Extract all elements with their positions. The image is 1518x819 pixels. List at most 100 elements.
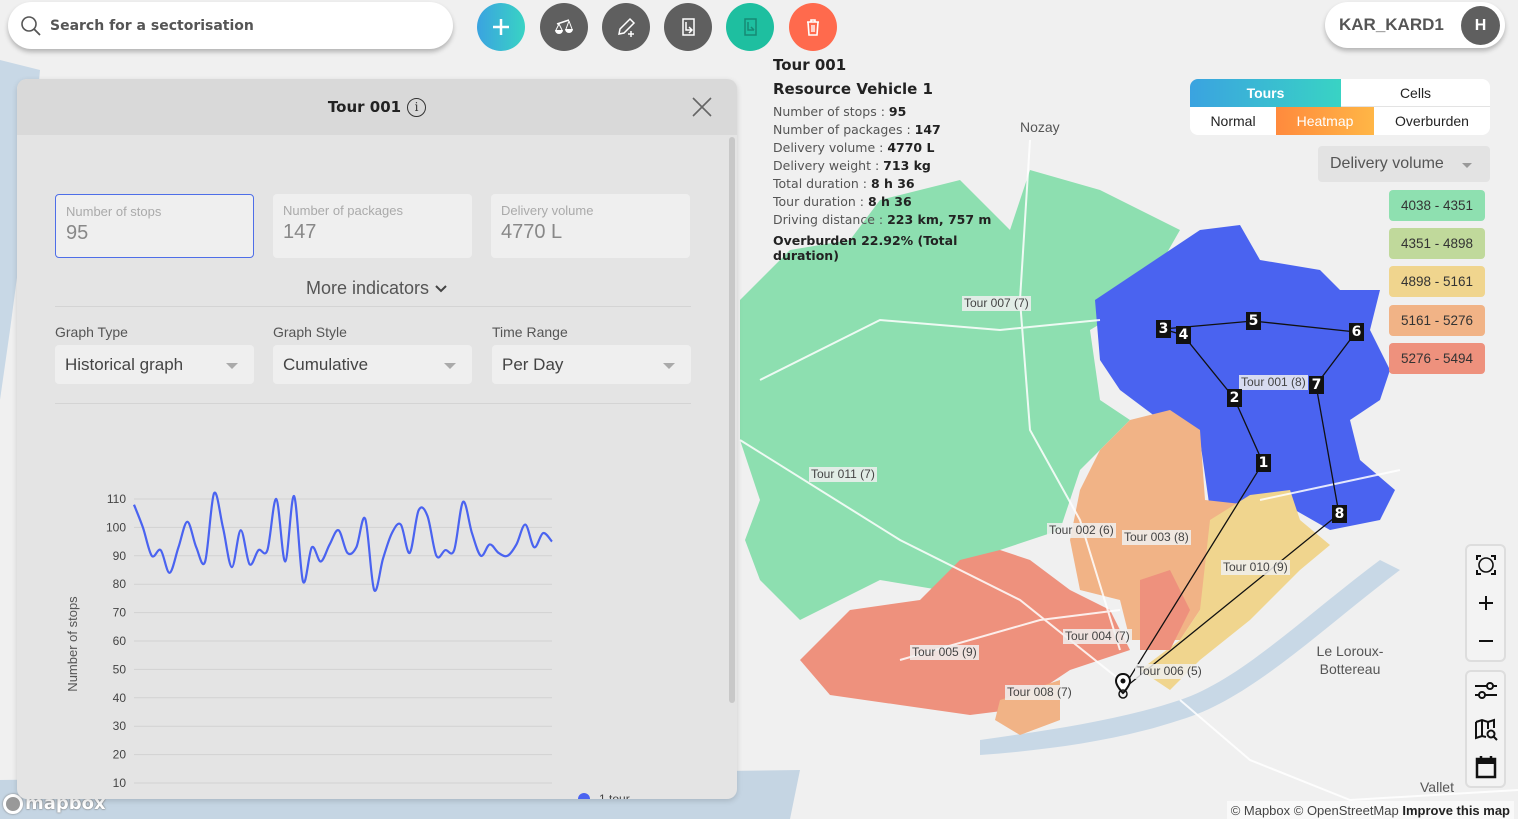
tour-label[interactable]: Tour 008 (7) <box>1005 685 1074 700</box>
close-icon[interactable] <box>691 96 713 118</box>
place-label: Le Loroux- Bottereau <box>1316 643 1384 677</box>
search-input[interactable] <box>50 17 430 34</box>
scales-icon <box>555 19 573 34</box>
sliders-icon <box>1474 682 1497 699</box>
tour-label[interactable]: Tour 005 (9) <box>910 645 979 660</box>
stops-history-chart: 10 20 30 40 50 60 70 80 90 100 110 Number of stops 1… <box>65 491 630 799</box>
fit-bounds-icon <box>1475 555 1496 575</box>
heatmap-metric-select[interactable]: Delivery volume <box>1318 146 1490 182</box>
stop-marker[interactable]: 3 <box>1156 320 1171 338</box>
add-button[interactable] <box>477 3 525 51</box>
stop-marker[interactable]: 6 <box>1349 323 1364 341</box>
y-axis-label: Number of stops <box>65 596 80 692</box>
filters-button[interactable] <box>1467 672 1504 710</box>
kpi-value: 95 <box>66 222 89 244</box>
balance-button[interactable] <box>540 3 588 51</box>
heat-legend-item: 5161 - 5276 <box>1389 305 1485 336</box>
time-range-label: Time Range <box>492 324 568 340</box>
search-bar[interactable] <box>8 2 453 49</box>
tour-info-resource: Resource Vehicle 1 <box>773 80 933 98</box>
export-button[interactable] <box>726 3 774 51</box>
map-search-icon <box>1474 718 1498 741</box>
stop-marker[interactable]: 1 <box>1256 454 1271 472</box>
delete-button[interactable] <box>789 3 837 51</box>
map-tools <box>1465 670 1506 788</box>
kpi-packages[interactable]: Number of packages 147 <box>273 194 472 258</box>
select-value: Cumulative <box>283 354 369 374</box>
tour-info-row: Driving distance : 223 km, 757 m <box>773 212 992 227</box>
y-tick-label: 90 <box>113 549 127 563</box>
legend-label[interactable]: 1 tour <box>599 792 630 799</box>
plus-icon <box>493 19 509 35</box>
kpi-value: 147 <box>283 221 317 243</box>
tour-label[interactable]: Tour 007 (7) <box>962 296 1031 311</box>
fit-bounds-button[interactable] <box>1467 546 1504 584</box>
import-button[interactable] <box>664 3 712 51</box>
select-value: Historical graph <box>65 354 184 374</box>
depot-pin-icon[interactable] <box>1113 672 1133 700</box>
zoom-in-button[interactable] <box>1467 584 1504 622</box>
series-line-1-tour[interactable] <box>132 491 553 592</box>
panel-header: Tour 001 i <box>17 79 737 135</box>
improve-map-link[interactable]: Improve this map <box>1402 803 1510 818</box>
tab-tours[interactable]: Tours <box>1190 79 1341 107</box>
tour-info-row: Total duration : 8 h 36 <box>773 176 915 191</box>
stop-marker[interactable]: 2 <box>1227 389 1242 407</box>
y-tick-label: 100 <box>106 520 126 534</box>
tour-label[interactable]: Tour 006 (5) <box>1135 664 1204 679</box>
graph-style-select[interactable]: Cumulative <box>273 345 472 384</box>
map-search-button[interactable] <box>1467 710 1504 748</box>
y-tick-label: 50 <box>113 662 127 676</box>
tour-info-row: Delivery volume : 4770 L <box>773 140 935 155</box>
divider <box>55 403 691 404</box>
tab-cells[interactable]: Cells <box>1341 79 1490 107</box>
calendar-button[interactable] <box>1467 748 1504 786</box>
time-range-select[interactable]: Per Day <box>492 345 691 384</box>
stop-marker[interactable]: 7 <box>1309 376 1324 394</box>
tour-label[interactable]: Tour 003 (8) <box>1122 530 1191 545</box>
zoom-controls <box>1465 544 1506 662</box>
view-mode-toggle: Tours Cells Normal Heatmap Overburden <box>1190 79 1490 135</box>
y-tick-label: 80 <box>113 577 127 591</box>
stop-marker[interactable]: 5 <box>1246 312 1261 330</box>
kpi-label: Number of stops <box>66 204 162 219</box>
panel-scrollbar[interactable] <box>729 137 735 703</box>
tab-overburden[interactable]: Overburden <box>1374 107 1490 135</box>
y-tick-label: 30 <box>113 719 127 733</box>
tour-label[interactable]: Tour 002 (6) <box>1047 523 1116 538</box>
info-icon[interactable]: i <box>407 97 427 117</box>
zoom-out-button[interactable] <box>1467 622 1504 660</box>
kpi-label: Number of packages <box>283 203 403 218</box>
tour-info-row: Tour duration : 8 h 36 <box>773 194 912 209</box>
import-icon <box>682 18 695 36</box>
y-tick-label: 110 <box>107 492 126 506</box>
tab-normal[interactable]: Normal <box>1190 107 1276 135</box>
tour-label[interactable]: Tour 001 (8) <box>1239 375 1308 390</box>
heat-legend-item: 4038 - 4351 <box>1389 190 1485 221</box>
divider <box>55 306 691 307</box>
kpi-stops[interactable]: Number of stops 95 <box>55 194 254 258</box>
tour-label[interactable]: Tour 011 (7) <box>809 467 877 482</box>
user-menu[interactable]: KAR_KARD1 H <box>1325 2 1505 48</box>
legend-marker[interactable] <box>578 793 590 799</box>
graph-type-label: Graph Type <box>55 324 128 340</box>
avatar[interactable]: H <box>1461 6 1500 45</box>
y-tick-label: 60 <box>113 634 127 648</box>
edit-button[interactable] <box>602 3 650 51</box>
pencil-plus-icon <box>618 17 636 37</box>
heat-legend-item: 5276 - 5494 <box>1389 343 1485 374</box>
more-indicators-toggle[interactable]: More indicators <box>17 278 737 299</box>
stop-marker[interactable]: 4 <box>1176 326 1191 344</box>
trash-icon <box>807 19 819 36</box>
graph-type-select[interactable]: Historical graph <box>55 345 254 384</box>
kpi-volume[interactable]: Delivery volume 4770 L <box>491 194 690 258</box>
panel-title: Tour 001 <box>327 98 402 116</box>
more-indicators-label: More indicators <box>305 278 430 298</box>
tour-label[interactable]: Tour 004 (7) <box>1063 629 1132 644</box>
stop-marker[interactable]: 8 <box>1332 505 1347 523</box>
calendar-icon <box>1475 756 1496 779</box>
attribution-text[interactable]: © Mapbox © OpenStreetMap <box>1231 803 1399 818</box>
tour-label[interactable]: Tour 010 (9) <box>1221 560 1290 575</box>
tab-heatmap[interactable]: Heatmap <box>1276 107 1374 135</box>
dropdown-caret-icon <box>663 363 675 369</box>
